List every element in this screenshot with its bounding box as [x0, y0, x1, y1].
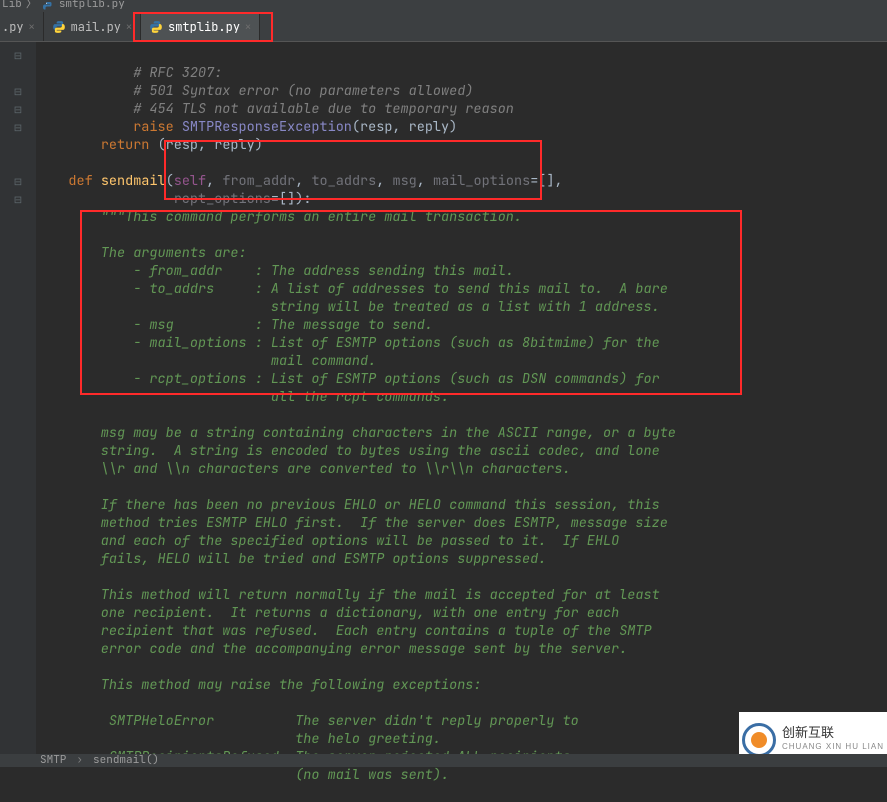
code-line: def sendmail(self, from_addr, to_addrs, … [36, 172, 563, 190]
code-line: - msg : The message to send. [36, 316, 433, 334]
code-editor-content[interactable]: # RFC 3207: # 501 Syntax error (no param… [36, 42, 676, 756]
code-line: msg may be a string containing character… [36, 424, 676, 442]
python-file-icon [149, 20, 163, 34]
code-line: # RFC 3207: [36, 64, 222, 82]
code-line: the helo greeting. [36, 730, 441, 748]
python-file-icon [52, 20, 66, 34]
fold-marker-icon[interactable]: ⊟ [0, 100, 36, 118]
code-line: error code and the accompanying error me… [36, 640, 627, 658]
code-line: - rcpt_options : List of ESMTP options (… [36, 370, 660, 388]
fold-marker-icon[interactable]: ⊟ [0, 118, 36, 136]
breadcrumb-item[interactable]: Lib [2, 0, 22, 8]
code-line: all the rcpt commands. [36, 388, 449, 406]
fold-marker-icon[interactable]: ⊟ [0, 190, 36, 208]
code-line: \\r and \\n characters are converted to … [36, 460, 571, 478]
code-line: string. A string is encoded to bytes usi… [36, 442, 660, 460]
code-line: # 454 TLS not available due to temporary… [36, 100, 514, 118]
code-line: SMTPHeloError The server didn't reply pr… [36, 712, 579, 730]
code-line: - mail_options : List of ESMTP options (… [36, 334, 660, 352]
chevron-right-icon: › [76, 753, 83, 767]
editor-area[interactable]: ⊟ ⊟ ⊟ ⊟ ⊟ ⊟ # RFC 3207: # 501 Syntax err… [0, 42, 887, 756]
editor-tab-bar: .py ✕ mail.py ✕ smtplib.py ✕ [0, 12, 887, 42]
close-icon[interactable]: ✕ [126, 20, 132, 33]
fold-marker-icon[interactable]: ⊟ [0, 172, 36, 190]
code-line: method tries ESMTP EHLO first. If the se… [36, 514, 668, 532]
code-line: - from_addr : The address sending this m… [36, 262, 514, 280]
brand-name-cn: 创新互联 [782, 725, 834, 740]
code-line: (no mail was sent). [36, 766, 449, 784]
chevron-right-icon: 〉 [26, 0, 37, 8]
code-line: """This command performs an entire mail … [36, 208, 522, 226]
close-icon[interactable]: ✕ [245, 20, 251, 33]
structure-item[interactable]: SMTP [40, 753, 66, 767]
code-line: rcpt_options=[]): [36, 190, 311, 208]
code-line: This method may raise the following exce… [36, 676, 482, 694]
gutter[interactable]: ⊟ ⊟ ⊟ ⊟ ⊟ ⊟ [0, 42, 36, 756]
editor-tab-active[interactable]: smtplib.py ✕ [141, 12, 260, 41]
code-line: recipient that was refused. Each entry c… [36, 622, 652, 640]
code-line: If there has been no previous EHLO or HE… [36, 496, 660, 514]
tab-label: mail.py [71, 19, 121, 35]
tab-label: smtplib.py [168, 19, 240, 35]
structure-item[interactable]: sendmail() [93, 753, 159, 767]
code-line: # 501 Syntax error (no parameters allowe… [36, 82, 473, 100]
code-line: This method will return normally if the … [36, 586, 660, 604]
code-line: return (resp, reply) [36, 136, 263, 154]
code-line: string will be treated as a list with 1 … [36, 298, 660, 316]
code-line: The arguments are: [36, 244, 247, 262]
code-line: - to_addrs : A list of addresses to send… [36, 280, 668, 298]
code-line: fails, HELO will be tried and ESMTP opti… [36, 550, 546, 568]
brand-logo-icon [742, 723, 776, 757]
fold-marker-icon[interactable]: ⊟ [0, 46, 36, 64]
brand-name-en: CHUANG XIN HU LIAN [782, 740, 884, 754]
breadcrumb-bar: Lib 〉 smtplib.py [0, 0, 887, 12]
code-line: mail command. [36, 352, 376, 370]
editor-tab[interactable]: .py ✕ [0, 12, 44, 41]
code-line: and each of the specified options will b… [36, 532, 619, 550]
close-icon[interactable]: ✕ [29, 20, 35, 33]
tab-label: .py [2, 19, 24, 35]
structure-breadcrumb[interactable]: SMTP › sendmail() [0, 754, 887, 767]
code-line: one recipient. It returns a dictionary, … [36, 604, 619, 622]
editor-tab[interactable]: mail.py ✕ [44, 12, 141, 41]
code-line: raise SMTPResponseException(resp, reply) [36, 118, 457, 136]
fold-marker-icon[interactable]: ⊟ [0, 82, 36, 100]
breadcrumb-item[interactable]: smtplib.py [59, 0, 125, 8]
